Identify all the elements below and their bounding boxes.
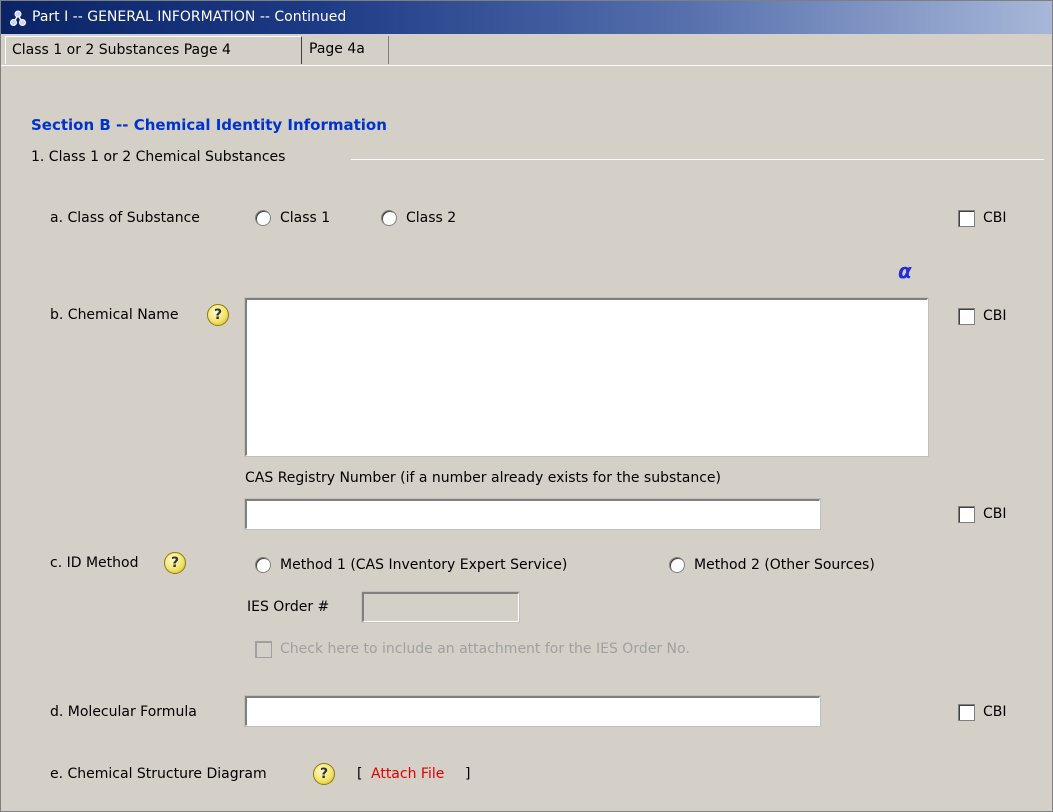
ies-order-input[interactable] [361,591,520,623]
ies-order-label: IES Order # [247,599,330,615]
chemical-name-cbi-label: CBI [983,308,1007,324]
class-1-label: Class 1 [280,210,331,226]
window-title: Part I -- GENERAL INFORMATION -- Continu… [32,9,347,25]
ies-attachment-label: Check here to include an attachment for … [280,641,690,657]
class-cbi-label: CBI [983,210,1007,226]
title-bar: Part I -- GENERAL INFORMATION -- Continu… [1,1,1052,34]
molecular-formula-cbi-checkbox[interactable] [958,704,975,721]
chemical-name-cbi-checkbox[interactable] [958,308,975,325]
structure-diagram-help-icon[interactable]: ? [313,763,335,785]
molecular-formula-input[interactable] [244,695,821,727]
class-1-radio[interactable] [255,210,271,226]
attach-file-link[interactable]: Attach File [371,766,444,782]
chemical-name-label: b. Chemical Name [50,307,179,323]
cas-registry-input[interactable] [244,498,821,530]
id-method-help-icon[interactable]: ? [164,552,186,574]
cas-cbi-label: CBI [983,506,1007,522]
method-1-label: Method 1 (CAS Inventory Expert Service) [280,557,568,573]
molecular-formula-cbi-label: CBI [983,704,1007,720]
method-2-label: Method 2 (Other Sources) [694,557,875,573]
form-panel: Section B -- Chemical Identity Informati… [1,67,1052,811]
structure-diagram-label: e. Chemical Structure Diagram [50,766,267,782]
section-title: Section B -- Chemical Identity Informati… [31,116,387,134]
cas-registry-label: CAS Registry Number (if a number already… [245,470,721,486]
method-1-radio[interactable] [255,557,271,573]
tab-page-4a[interactable]: Page 4a [303,36,389,64]
section-divider [351,159,1044,160]
chemical-name-help-icon[interactable]: ? [207,304,229,326]
tab-strip: Class 1 or 2 Substances Page 4 Page 4a [1,34,1052,66]
alpha-symbol-icon[interactable]: α [898,259,912,283]
form-window: Part I -- GENERAL INFORMATION -- Continu… [0,0,1053,812]
attach-bracket-open: [ [357,766,363,782]
id-method-label: c. ID Method [50,555,139,571]
class-cbi-checkbox[interactable] [958,210,975,227]
cas-cbi-checkbox[interactable] [958,506,975,523]
method-2-radio[interactable] [669,557,685,573]
class-2-radio[interactable] [381,210,397,226]
class-2-label: Class 2 [406,210,457,226]
subsection-heading: 1. Class 1 or 2 Chemical Substances [31,149,286,165]
molecular-formula-label: d. Molecular Formula [50,704,197,720]
molecule-icon [10,10,26,26]
tab-class-1-or-2-page-4[interactable]: Class 1 or 2 Substances Page 4 [5,36,302,64]
attach-bracket-close: ] [465,766,471,782]
chemical-name-textarea[interactable] [244,297,929,457]
ies-attachment-checkbox[interactable] [255,641,272,658]
class-of-substance-label: a. Class of Substance [50,210,200,226]
